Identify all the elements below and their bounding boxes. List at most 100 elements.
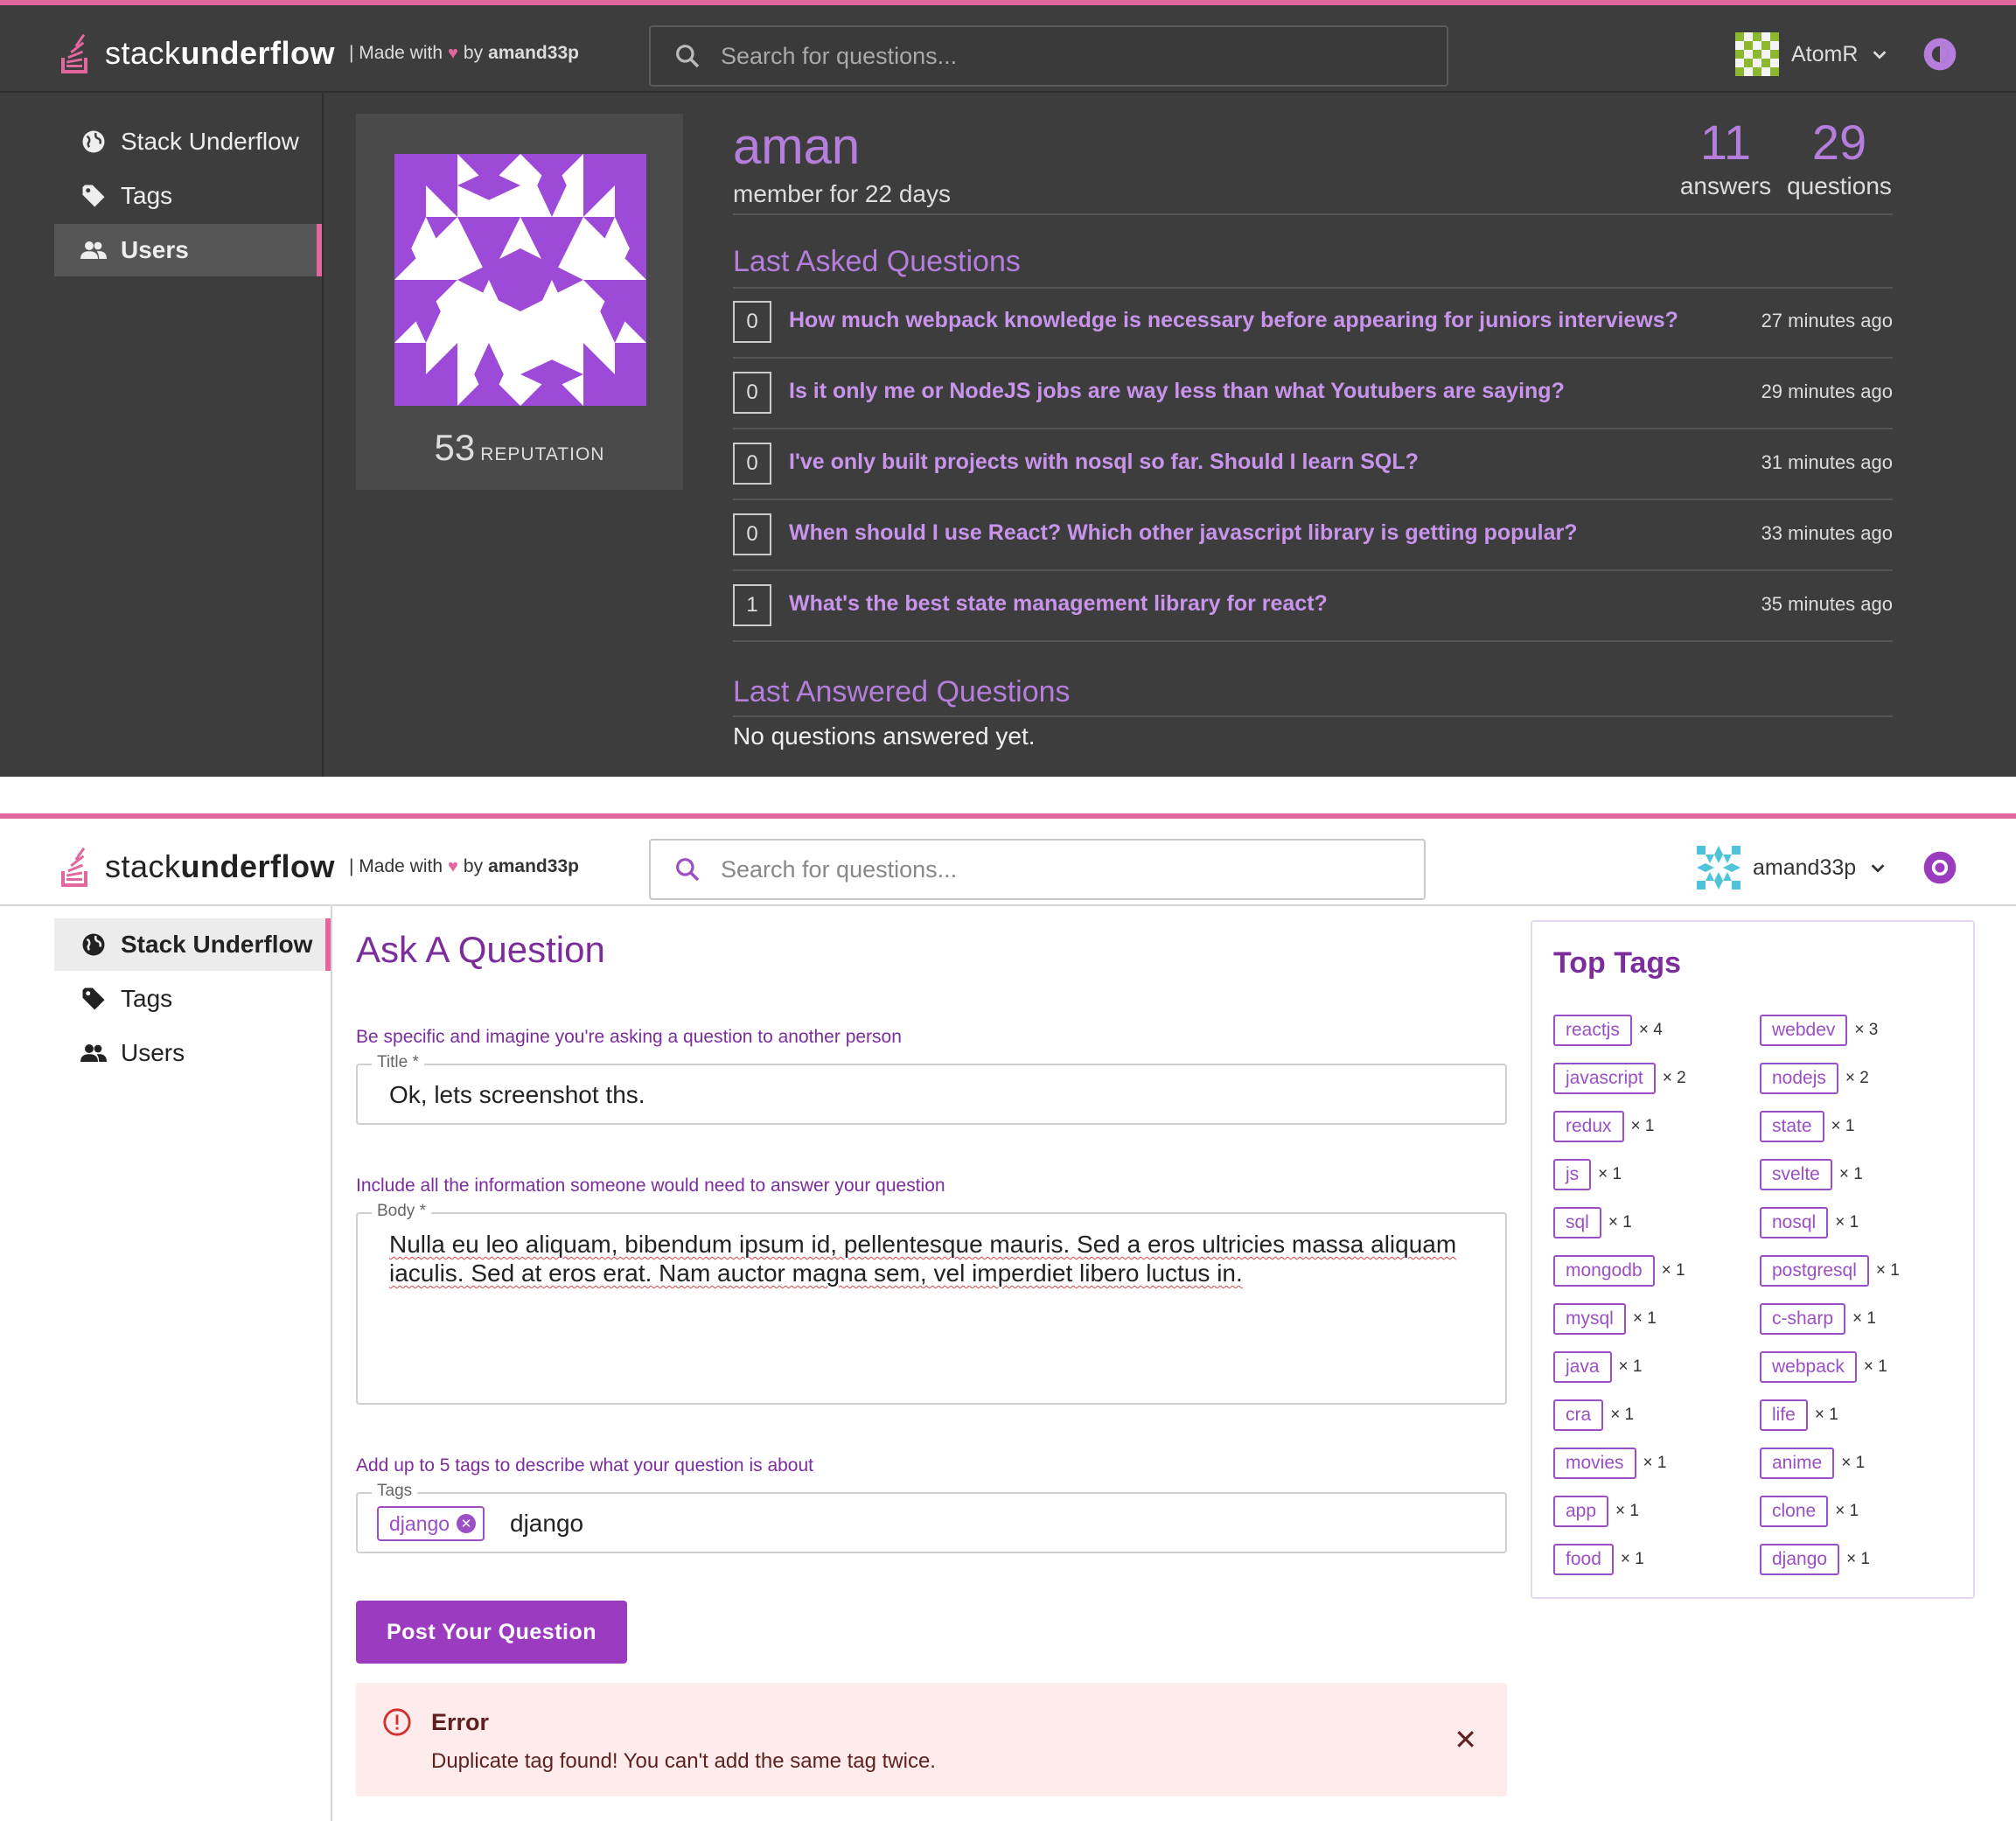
sidebar-item-stack-underflow[interactable]: Stack Underflow	[54, 918, 331, 971]
user-menu[interactable]: AtomR	[1735, 31, 1889, 77]
tag-link[interactable]: sql	[1553, 1207, 1601, 1238]
made-with-credit: | Made with ♥ by amand33p	[349, 856, 579, 877]
question-row[interactable]: 0 When should I use React? Which other j…	[733, 501, 1893, 571]
tag-link[interactable]: state	[1760, 1111, 1824, 1142]
title-input[interactable]: Ok, lets screenshot ths.	[389, 1081, 645, 1109]
top-tag-item: mysql × 1	[1553, 1303, 1657, 1335]
body-field[interactable]: Body * Nulla eu leo aliquam, bibendum ip…	[356, 1202, 1507, 1405]
question-row[interactable]: 0 I've only built projects with nosql so…	[733, 430, 1893, 500]
tag-link[interactable]: nodejs	[1760, 1063, 1838, 1094]
tag-count: × 1	[1838, 1165, 1863, 1183]
tag-link[interactable]: postgresql	[1760, 1255, 1869, 1287]
question-title-link[interactable]: What's the best state management library…	[789, 591, 1328, 617]
tag-count: × 1	[1835, 1502, 1859, 1520]
tags-input[interactable]: django	[510, 1510, 583, 1538]
top-tag-item: javascript × 2	[1553, 1063, 1686, 1094]
heart-icon: ♥	[448, 856, 458, 876]
sidebar-item-users[interactable]: Users	[54, 1027, 331, 1079]
sidebar-item-stack-underflow[interactable]: Stack Underflow	[54, 115, 322, 168]
remove-tag-icon[interactable]: ✕	[457, 1514, 477, 1533]
question-row[interactable]: 0 Is it only me or NodeJS jobs are way l…	[733, 359, 1893, 429]
top-tag-item: java × 1	[1553, 1351, 1642, 1383]
tag-link[interactable]: mongodb	[1553, 1255, 1655, 1287]
question-time: 35 minutes ago	[1761, 593, 1893, 615]
question-row[interactable]: 1 What's the best state management libra…	[733, 572, 1893, 642]
tag-link[interactable]: movies	[1553, 1448, 1636, 1479]
tags-field[interactable]: Tags django ✕ django	[356, 1482, 1507, 1553]
top-tag-item: webdev × 3	[1760, 1015, 1878, 1046]
username: AtomR	[1791, 41, 1859, 66]
question-title-link[interactable]: When should I use React? Which other jav…	[789, 520, 1578, 546]
tag-count: × 1	[1875, 1261, 1900, 1280]
question-title-link[interactable]: How much webpack knowledge is necessary …	[789, 308, 1678, 333]
tag-link[interactable]: nosql	[1760, 1207, 1829, 1238]
empty-answers-message: No questions answered yet.	[733, 722, 1036, 750]
tag-link[interactable]: redux	[1553, 1111, 1624, 1142]
stack-logo-icon	[61, 33, 87, 73]
tag-link[interactable]: django	[1760, 1544, 1840, 1575]
profile-card: 53 REPUTATION	[356, 114, 683, 490]
theme-toggle-icon[interactable]	[1921, 848, 1959, 887]
question-title-link[interactable]: Is it only me or NodeJS jobs are way les…	[789, 379, 1565, 404]
tag-chip: django ✕	[377, 1506, 485, 1541]
title-field[interactable]: Title * Ok, lets screenshot ths.	[356, 1053, 1507, 1125]
tag-link[interactable]: clone	[1760, 1496, 1829, 1527]
tag-link[interactable]: life	[1760, 1399, 1808, 1431]
sidebar-item-users[interactable]: Users	[54, 224, 322, 276]
heart-icon: ♥	[448, 43, 458, 63]
author-link[interactable]: amand33p	[488, 856, 579, 877]
tag-link[interactable]: mysql	[1553, 1303, 1626, 1335]
question-row[interactable]: 0 How much webpack knowledge is necessar…	[733, 289, 1893, 359]
last-answered-heading: Last Answered Questions	[733, 675, 1071, 708]
search-input[interactable]	[721, 42, 1385, 70]
chevron-down-icon	[1871, 864, 1885, 873]
tag-link[interactable]: javascript	[1553, 1063, 1656, 1094]
post-question-button[interactable]: Post Your Question	[356, 1601, 627, 1664]
search-bar[interactable]	[649, 839, 1426, 900]
last-asked-heading: Last Asked Questions	[733, 245, 1021, 278]
tag-count: × 1	[1814, 1406, 1838, 1424]
tag-count: × 1	[1846, 1550, 1871, 1568]
tag-count: × 1	[1598, 1165, 1622, 1183]
users-icon	[80, 241, 107, 259]
tag-icon	[82, 185, 105, 207]
body-textarea[interactable]: Nulla eu leo aliquam, bibendum ipsum id,…	[389, 1230, 1482, 1287]
questions-stat: 29 questions	[1787, 115, 1892, 199]
logo[interactable]: stackunderflow | Made with ♥ by amand33p	[58, 843, 579, 890]
tag-link[interactable]: js	[1553, 1159, 1592, 1190]
top-tags-panel: Top Tags reactjs × 4 javascript × 2 redux × 1…	[1531, 920, 1975, 1599]
tag-link[interactable]: reactjs	[1553, 1015, 1632, 1046]
tag-link[interactable]: webpack	[1760, 1351, 1857, 1383]
tag-link[interactable]: svelte	[1760, 1159, 1832, 1190]
top-tag-item: clone × 1	[1760, 1496, 1859, 1527]
author-link[interactable]: amand33p	[488, 43, 579, 64]
tag-count: × 4	[1638, 1021, 1663, 1039]
error-icon	[383, 1708, 411, 1736]
search-input[interactable]	[721, 855, 1385, 883]
member-duration: member for 22 days	[733, 180, 951, 207]
logo[interactable]: stackunderflow | Made with ♥ by amand33p	[58, 30, 579, 77]
top-bar: stackunderflow | Made with ♥ by amand33p…	[0, 0, 2016, 93]
tag-count: × 1	[1610, 1406, 1635, 1424]
tag-link[interactable]: cra	[1553, 1399, 1604, 1431]
close-icon[interactable]: ✕	[1454, 1723, 1477, 1756]
top-tag-item: postgresql × 1	[1760, 1255, 1900, 1287]
top-tag-item: c-sharp × 1	[1760, 1303, 1876, 1335]
tag-link[interactable]: app	[1553, 1496, 1609, 1527]
tag-link[interactable]: java	[1553, 1351, 1612, 1383]
tag-count: × 1	[1618, 1357, 1643, 1376]
search-bar[interactable]	[649, 25, 1448, 87]
user-menu[interactable]: amand33p	[1697, 845, 1887, 890]
top-tag-item: webpack × 1	[1760, 1351, 1887, 1383]
theme-toggle-icon[interactable]	[1921, 35, 1959, 73]
globe-icon	[82, 933, 105, 956]
tag-link[interactable]: food	[1553, 1544, 1614, 1575]
tag-link[interactable]: anime	[1760, 1448, 1835, 1479]
tag-count: × 1	[1852, 1309, 1876, 1328]
sidebar-item-tags[interactable]: Tags	[54, 973, 331, 1025]
sidebar-item-tags[interactable]: Tags	[54, 170, 322, 222]
question-title-link[interactable]: I've only built projects with nosql so f…	[789, 450, 1419, 475]
error-alert: Error Duplicate tag found! You can't add…	[356, 1683, 1507, 1797]
tag-link[interactable]: c-sharp	[1760, 1303, 1846, 1335]
tag-link[interactable]: webdev	[1760, 1015, 1848, 1046]
